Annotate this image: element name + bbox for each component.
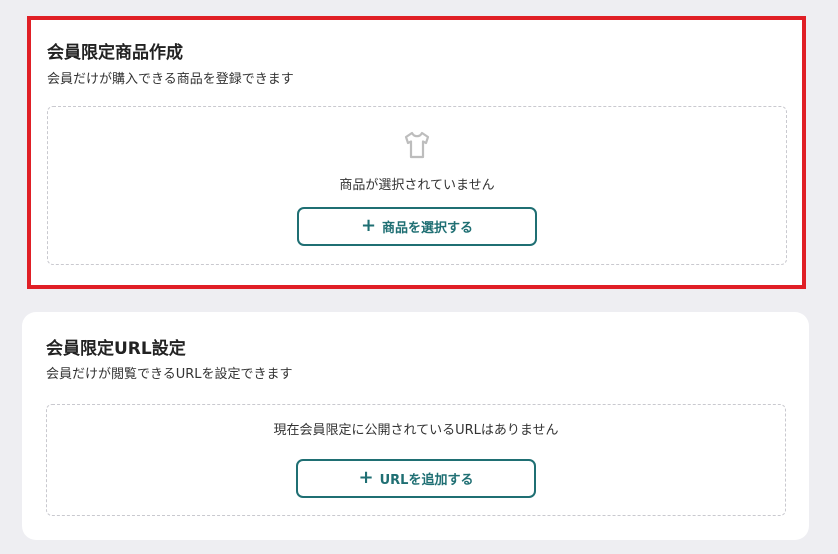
- plus-icon: +: [360, 214, 377, 236]
- urls-empty-message: 現在会員限定に公開されているURLはありません: [273, 423, 559, 438]
- select-product-button-label: 商品を選択する: [382, 221, 474, 236]
- member-products-card: 会員限定商品作成 会員だけが購入できる商品を登録できます 商品が選択されていませ…: [27, 16, 806, 289]
- member-products-title: 会員限定商品作成: [47, 43, 183, 63]
- t-shirt-icon: [404, 131, 430, 159]
- member-urls-description: 会員だけが閲覧できるURLを設定できます: [46, 367, 293, 382]
- member-urls-title: 会員限定URL設定: [46, 339, 186, 359]
- products-empty-message: 商品が選択されていません: [339, 178, 495, 193]
- select-product-button[interactable]: + 商品を選択する: [297, 207, 537, 246]
- member-products-description: 会員だけが購入できる商品を登録できます: [47, 72, 294, 87]
- member-urls-card: 会員限定URL設定 会員だけが閲覧できるURLを設定できます 現在会員限定に公開…: [22, 312, 809, 540]
- plus-icon: +: [358, 466, 374, 488]
- urls-empty-state: 現在会員限定に公開されているURLはありません + URLを追加する: [46, 404, 786, 516]
- products-empty-state: 商品が選択されていません + 商品を選択する: [47, 106, 787, 265]
- add-url-button-label: URLを追加する: [379, 473, 474, 488]
- add-url-button[interactable]: + URLを追加する: [296, 459, 536, 498]
